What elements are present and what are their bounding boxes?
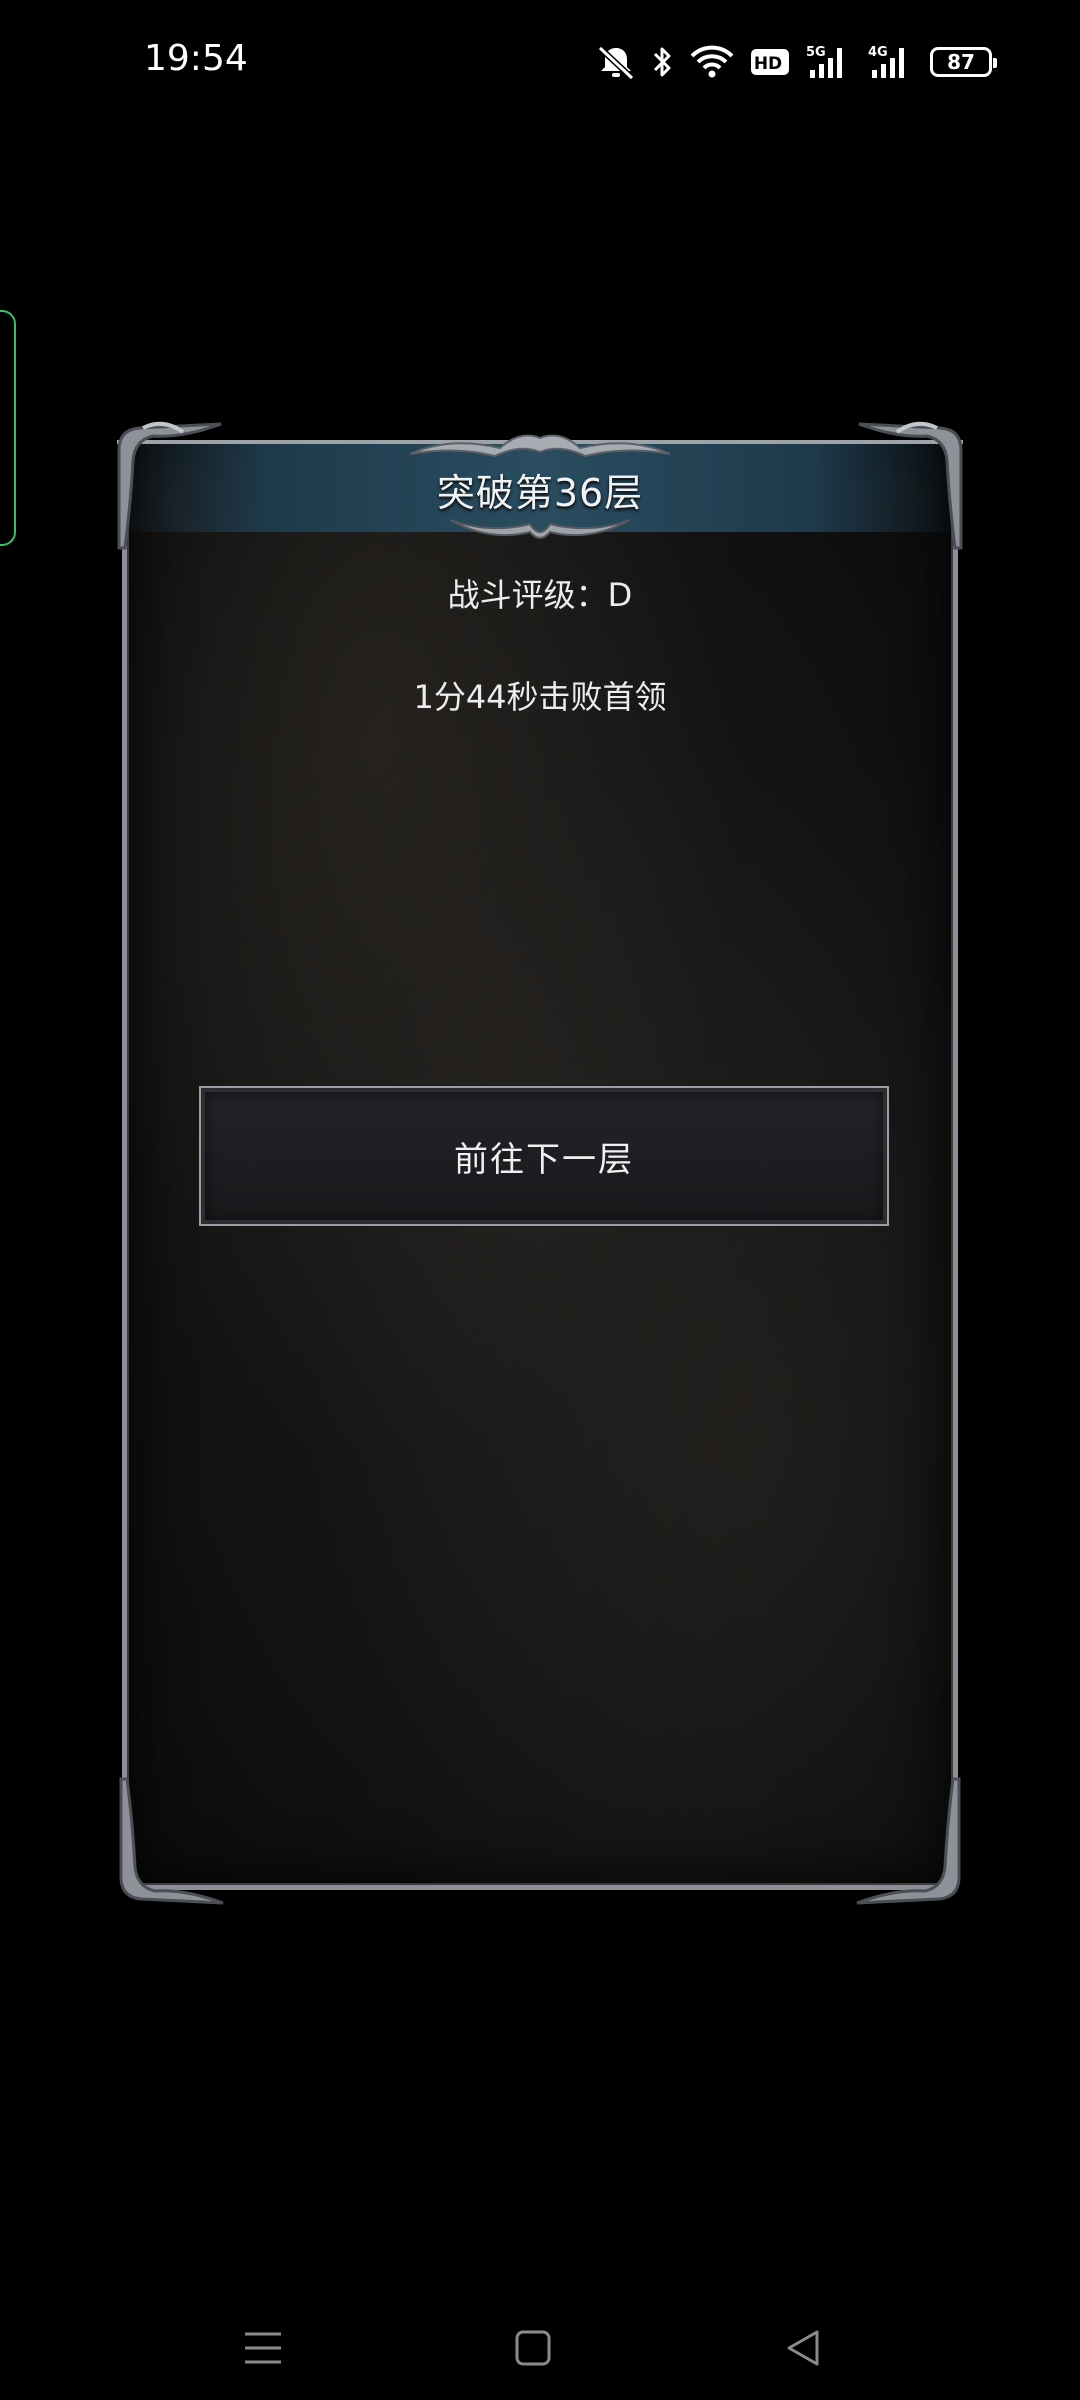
- corner-ornament-icon: [117, 421, 222, 550]
- battery-level: 87: [947, 50, 975, 74]
- battle-rating: 战斗评级：D: [447, 576, 633, 614]
- floating-side-tab[interactable]: [0, 310, 16, 546]
- menu-icon: [245, 2332, 281, 2364]
- boss-defeat-time: 1分44秒击败首领: [413, 678, 667, 716]
- back-icon: [787, 2330, 819, 2366]
- status-bar: 19:54 HD 5G 4G 87: [0, 0, 1080, 120]
- dialog-header: 突破第36层: [117, 434, 963, 539]
- svg-text:4G: 4G: [868, 45, 888, 60]
- bluetooth-icon: [652, 44, 674, 80]
- corner-ornament-icon: [856, 1777, 961, 1905]
- next-floor-button[interactable]: 前往下一层: [199, 1086, 889, 1226]
- next-floor-button-label: 前往下一层: [454, 1139, 634, 1180]
- home-button[interactable]: [503, 2318, 563, 2378]
- hd-icon: HD: [750, 47, 790, 77]
- corner-ornament-icon: [858, 421, 963, 550]
- home-icon: [515, 2330, 551, 2366]
- wifi-icon: [690, 44, 734, 80]
- svg-text:HD: HD: [754, 54, 782, 74]
- 4g-signal-icon: 4G: [868, 44, 914, 80]
- navigation-bar: [0, 2300, 1080, 2400]
- battery-icon: 87: [930, 47, 997, 77]
- dialog-title: 突破第36层: [436, 471, 644, 515]
- 5g-signal-icon: 5G: [806, 44, 852, 80]
- status-icons: HD 5G 4G 87: [596, 40, 997, 84]
- crest-ornament-icon: [410, 434, 670, 458]
- crest-bottom-ornament-icon: [450, 519, 630, 539]
- status-time: 19:54: [144, 38, 248, 79]
- svg-text:5G: 5G: [806, 45, 826, 60]
- result-dialog: 突破第36层 战斗评级：D 1分44秒击败首领 前往下一层: [117, 421, 963, 1905]
- menu-button[interactable]: [233, 2318, 293, 2378]
- corner-ornament-icon: [119, 1777, 224, 1905]
- back-button[interactable]: [773, 2318, 833, 2378]
- mute-icon: [596, 44, 636, 80]
